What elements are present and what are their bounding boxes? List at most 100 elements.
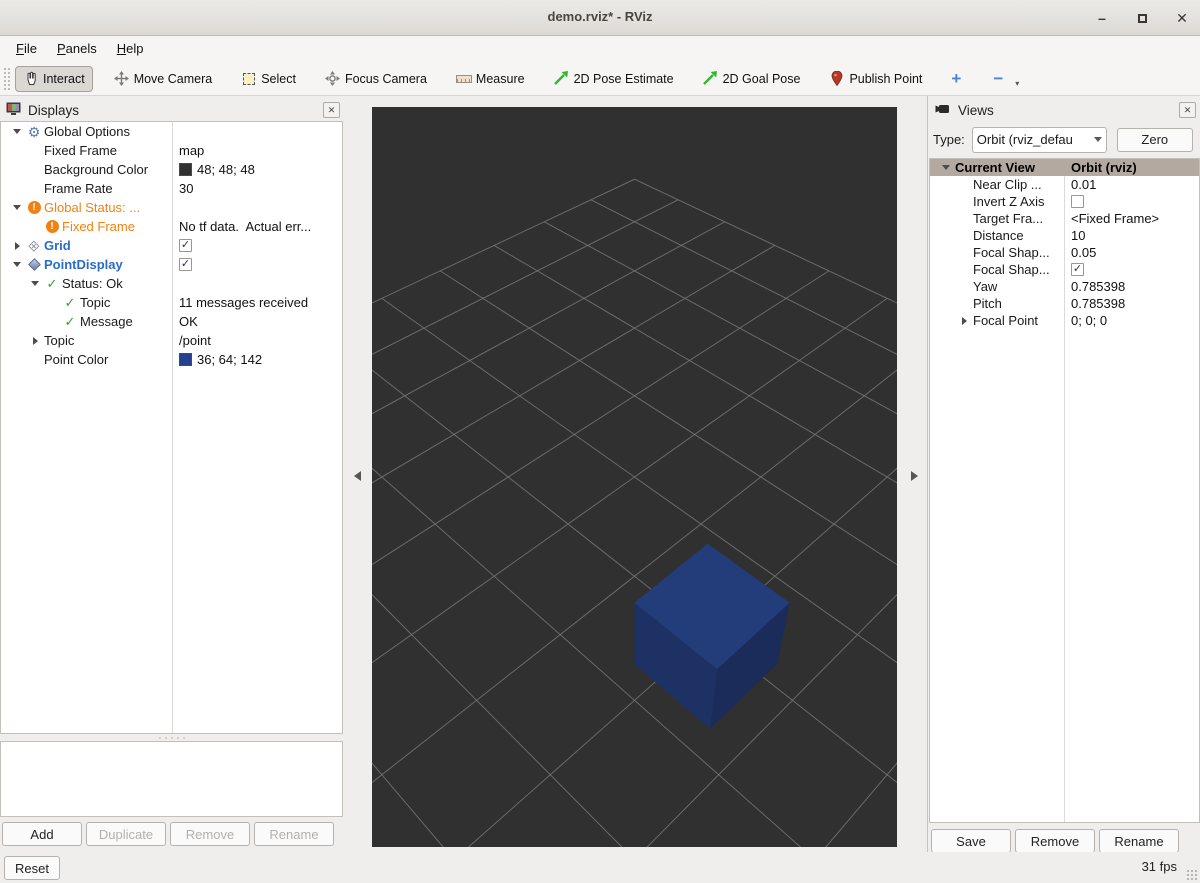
collapse-right-handle[interactable] — [904, 456, 924, 496]
remove-tool-button[interactable]: − — [985, 67, 1011, 91]
ok-check-icon: ✓ — [65, 295, 76, 311]
collapse-left-handle[interactable] — [347, 456, 367, 496]
focus-icon — [325, 71, 341, 87]
tree-row-fixed-frame[interactable]: Fixed Framemap — [1, 141, 342, 160]
row-icon-slot — [25, 260, 43, 269]
tree-row-status-ok[interactable]: ✓Status: Ok — [1, 274, 342, 293]
pin-icon — [829, 71, 845, 87]
tree-row-global-options[interactable]: ⚙Global Options — [1, 122, 342, 141]
tool-2d-goal-pose[interactable]: 2D Goal Pose — [695, 66, 809, 92]
tree-property-cell: Yaw — [930, 278, 1065, 295]
collapse-arrow-icon[interactable] — [956, 317, 972, 325]
tool-measure[interactable]: Measure — [448, 66, 533, 92]
zero-button[interactable]: Zero — [1117, 128, 1193, 152]
toolbar-drag-handle-icon[interactable] — [3, 67, 11, 91]
views-close-icon[interactable]: ✕ — [1179, 102, 1196, 118]
menu-item-file[interactable]: File — [6, 36, 47, 62]
displays-close-icon[interactable]: ✕ — [323, 102, 340, 118]
tree-row-near-clip-[interactable]: Near Clip ...0.01 — [930, 176, 1199, 193]
maximize-icon[interactable] — [1134, 10, 1150, 26]
reset-button[interactable]: Reset — [4, 856, 60, 880]
property-value: No tf data. Actual err... — [179, 219, 311, 234]
tree-row-point-color[interactable]: Point Color36; 64; 142 — [1, 350, 342, 369]
tree-row-pitch[interactable]: Pitch0.785398 — [930, 295, 1199, 312]
checkbox[interactable] — [1071, 195, 1084, 208]
3d-viewport[interactable] — [372, 107, 897, 847]
maximize-box-icon — [1138, 14, 1147, 23]
property-value: 0; 0; 0 — [1071, 313, 1107, 328]
tool-interact[interactable]: Interact — [15, 66, 93, 92]
tree-value-cell: <Fixed Frame> — [1065, 210, 1159, 227]
tool-move-camera[interactable]: Move Camera — [106, 66, 221, 92]
row-icon-slot: ✓ — [43, 276, 61, 292]
tree-row-yaw[interactable]: Yaw 0.785398 — [930, 278, 1199, 295]
tree-row-topic[interactable]: Topic/point — [1, 331, 342, 350]
tree-row-invert-z-axis[interactable]: Invert Z Axis — [930, 193, 1199, 210]
tool-focus-camera[interactable]: Focus Camera — [317, 66, 435, 92]
hand-icon — [23, 71, 39, 87]
tree-row-focal-shap-[interactable]: Focal Shap...✓ — [930, 261, 1199, 278]
displays-panel-header: Displays ✕ — [0, 100, 344, 121]
checkbox[interactable]: ✓ — [1071, 263, 1084, 276]
collapse-arrow-icon[interactable] — [9, 242, 25, 250]
tree-row-global-status-[interactable]: !Global Status: ... — [1, 198, 342, 217]
tree-row-background-color[interactable]: Background Color48; 48; 48 — [1, 160, 342, 179]
main-area: Displays ✕ ⚙Global OptionsFixed Framemap… — [0, 96, 1200, 852]
expand-arrow-icon[interactable] — [9, 129, 25, 134]
views-type-label: Type: — [933, 132, 965, 147]
displays-horizontal-splitter[interactable] — [0, 734, 343, 741]
property-value: 0.785398 — [1071, 279, 1125, 294]
views-panel-splitter[interactable] — [927, 96, 928, 852]
expand-arrow-icon[interactable] — [27, 281, 43, 286]
remove-button[interactable]: Remove — [1015, 829, 1095, 853]
views-button-row: SaveRemoveRename — [931, 829, 1179, 853]
checkbox[interactable]: ✓ — [179, 258, 192, 271]
select-box-icon — [241, 71, 257, 87]
rename-button: Rename — [254, 822, 334, 846]
tree-row-fixed-frame[interactable]: !Fixed FrameNo tf data. Actual err... — [1, 217, 342, 236]
row-icon-slot: ⊞ — [25, 239, 43, 253]
tree-value-cell: 30 — [173, 179, 193, 198]
titlebar[interactable]: demo.rviz* - RViz – ✕ — [0, 0, 1200, 36]
tree-row-focal-shap-[interactable]: Focal Shap...0.05 — [930, 244, 1199, 261]
ok-check-icon: ✓ — [47, 276, 58, 292]
tree-row-target-fra-[interactable]: Target Fra...<Fixed Frame> — [930, 210, 1199, 227]
tree-row-focal-point[interactable]: Focal Point0; 0; 0 — [930, 312, 1199, 329]
add-button[interactable]: Add — [2, 822, 82, 846]
tree-row-current-view[interactable]: Current ViewOrbit (rviz) — [930, 159, 1199, 176]
add-tool-button[interactable]: + — [943, 67, 969, 91]
tree-property-cell: ✓Status: Ok — [1, 274, 173, 293]
menu-item-help[interactable]: Help — [107, 36, 154, 62]
tree-row-distance[interactable]: Distance10 — [930, 227, 1199, 244]
collapse-arrow-icon[interactable] — [27, 337, 43, 345]
minimize-icon[interactable]: – — [1094, 10, 1110, 26]
checkbox[interactable]: ✓ — [179, 239, 192, 252]
save-button[interactable]: Save — [931, 829, 1011, 853]
tree-value-cell: OK — [173, 312, 198, 331]
tree-row-message[interactable]: ✓MessageOK — [1, 312, 342, 331]
tree-property-cell: Near Clip ... — [930, 176, 1065, 193]
row-icon-slot: ⚙ — [25, 125, 43, 139]
resize-grip-icon[interactable] — [1186, 869, 1198, 881]
tool-select[interactable]: Select — [233, 66, 304, 92]
tree-property-cell: Distance — [930, 227, 1065, 244]
expand-arrow-icon[interactable] — [9, 262, 25, 267]
view-type-dropdown[interactable]: Orbit (rviz_defau — [972, 127, 1107, 153]
tree-row-grid[interactable]: ⊞Grid ✓ — [1, 236, 342, 255]
remove-tool-dropdown-icon[interactable]: ▾ — [1015, 79, 1019, 88]
tool-publish-point[interactable]: Publish Point — [821, 66, 930, 92]
property-label: Grid — [43, 238, 71, 253]
tool-label: Select — [261, 72, 296, 86]
tool-2d-pose-estimate[interactable]: 2D Pose Estimate — [546, 66, 682, 92]
expand-arrow-icon[interactable] — [938, 165, 954, 170]
tree-row-frame-rate[interactable]: Frame Rate30 — [1, 179, 342, 198]
property-value: map — [179, 143, 204, 158]
gear-icon: ⚙ — [28, 125, 41, 139]
tree-row-topic[interactable]: ✓Topic11 messages received — [1, 293, 342, 312]
tree-row-pointdisplay[interactable]: PointDisplay✓ — [1, 255, 342, 274]
close-icon[interactable]: ✕ — [1174, 10, 1190, 26]
rename-button[interactable]: Rename — [1099, 829, 1179, 853]
tree-value-cell: ✓ — [173, 255, 192, 274]
menu-item-panels[interactable]: Panels — [47, 36, 107, 62]
expand-arrow-icon[interactable] — [9, 205, 25, 210]
